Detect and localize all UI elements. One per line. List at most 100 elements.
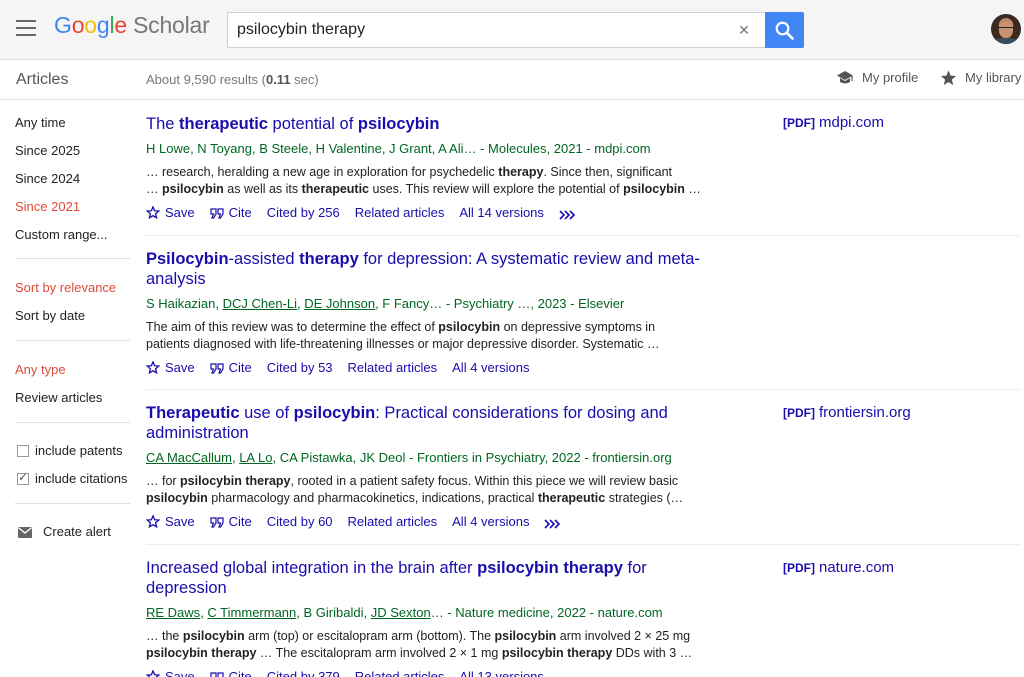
logo-letter: o xyxy=(71,12,85,38)
result-title-link[interactable]: The therapeutic potential of psilocybin xyxy=(146,114,706,134)
pdf-tag: [PDF] xyxy=(783,406,815,420)
result-snippet: … for psilocybin therapy, rooted in a pa… xyxy=(146,474,684,505)
create-alert-link[interactable]: Create alert xyxy=(18,524,111,539)
versions-link[interactable]: All 13 versions xyxy=(459,668,544,677)
more-icon xyxy=(559,210,576,220)
save-button[interactable]: Save xyxy=(145,359,195,376)
more-icon xyxy=(544,519,561,529)
save-button[interactable]: Save xyxy=(145,668,195,677)
search-result: Increased global integration in the brai… xyxy=(145,558,706,677)
include-patents-label[interactable]: include patents xyxy=(35,443,122,458)
avatar-shirt xyxy=(994,38,1018,44)
pdf-tag: [PDF] xyxy=(783,116,815,130)
filter-since-2025[interactable]: Since 2025 xyxy=(15,143,80,158)
google-scholar-logo[interactable]: Google Scholar xyxy=(54,12,210,39)
cited-by-link[interactable]: Cited by 53 xyxy=(267,359,333,376)
filter-custom-range[interactable]: Custom range... xyxy=(15,227,108,242)
result-divider xyxy=(146,544,1021,545)
cite-button[interactable]: Cite xyxy=(210,204,252,221)
cite-button[interactable]: Cite xyxy=(210,668,252,677)
pdf-source: mdpi.com xyxy=(819,114,885,131)
create-alert-label: Create alert xyxy=(43,524,111,539)
search-result: Psilocybin-assisted therapy for depressi… xyxy=(145,249,706,376)
results-count: About 9,590 results (0.11 sec) xyxy=(146,72,319,87)
versions-link[interactable]: All 14 versions xyxy=(459,204,544,221)
filter-since-2024[interactable]: Since 2024 xyxy=(15,171,80,186)
results-time: 0.11 xyxy=(265,72,291,87)
cited-by-link[interactable]: Cited by 256 xyxy=(267,204,340,221)
save-button[interactable]: Save xyxy=(145,204,195,221)
cited-by-link[interactable]: Cited by 379 xyxy=(267,668,340,677)
search-result: Therapeutic use of psilocybin: Practical… xyxy=(145,403,706,531)
result-actions: Save Cite Cited by 53 Related articles All 4… xyxy=(145,359,706,376)
results-suffix: sec) xyxy=(290,72,319,87)
search-icon xyxy=(775,21,794,40)
search-button[interactable] xyxy=(765,12,804,48)
pdf-source: nature.com xyxy=(819,559,895,576)
logo-letter: g xyxy=(96,12,110,38)
my-profile-link[interactable]: My profile xyxy=(836,70,918,86)
save-button[interactable]: Save xyxy=(145,513,195,530)
section-label: Articles xyxy=(16,71,69,88)
graduation-cap-icon xyxy=(837,71,853,84)
logo-scholar-text: Scholar xyxy=(133,12,210,38)
more-options-button[interactable] xyxy=(544,514,565,531)
top-header: GoogleScholar × xyxy=(0,0,1024,60)
my-library-label: My library xyxy=(965,70,1022,85)
search-input[interactable] xyxy=(228,13,728,47)
cite-button[interactable]: Cite xyxy=(210,359,252,376)
sort-by-date[interactable]: Sort by date xyxy=(15,308,85,323)
type-review-articles[interactable]: Review articles xyxy=(15,390,102,405)
type-any-type[interactable]: Any type xyxy=(15,362,66,377)
search-result: The therapeutic potential of psilocybin H… xyxy=(145,114,706,222)
sidebar-divider xyxy=(15,503,130,504)
result-title-link[interactable]: Therapeutic use of psilocybin: Practical… xyxy=(146,403,706,443)
result-title-link[interactable]: Psilocybin-assisted therapy for depressi… xyxy=(146,249,706,289)
my-profile-label: My profile xyxy=(862,70,919,85)
result-authors: CA MacCallum, LA Lo, CA Pistawka, JK Deo… xyxy=(146,450,672,465)
clear-icon[interactable]: × xyxy=(734,19,754,41)
result-snippet: The aim of this review was to determine … xyxy=(146,320,660,351)
results-prefix: About 9,590 results ( xyxy=(146,72,266,87)
include-citations-checkbox[interactable] xyxy=(17,470,29,485)
avatar-glasses xyxy=(999,27,1013,30)
cite-button[interactable]: Cite xyxy=(210,513,252,530)
related-articles-link[interactable]: Related articles xyxy=(348,359,438,376)
related-articles-link[interactable]: Related articles xyxy=(355,204,445,221)
pdf-link[interactable]: [PDF] frontiersin.org xyxy=(783,404,911,421)
sidebar-divider xyxy=(15,258,130,259)
versions-link[interactable]: All 4 versions xyxy=(452,513,529,530)
filter-any-time[interactable]: Any time xyxy=(15,115,66,130)
star-outline-icon xyxy=(145,669,161,677)
result-actions: Save Cite Cited by 379 Related articles All … xyxy=(145,668,706,677)
include-patents-checkbox[interactable] xyxy=(17,445,29,457)
envelope-icon xyxy=(18,527,32,538)
include-citations-label[interactable]: include citations xyxy=(35,471,128,486)
related-articles-link[interactable]: Related articles xyxy=(348,513,438,530)
quote-icon xyxy=(210,517,224,528)
quote-icon xyxy=(210,672,224,677)
my-library-link[interactable]: My library xyxy=(940,70,1021,86)
menu-icon[interactable] xyxy=(16,20,36,36)
user-avatar[interactable] xyxy=(991,14,1021,44)
related-articles-link[interactable]: Related articles xyxy=(355,668,445,677)
result-snippet: … the psilocybin arm (top) or escitalopr… xyxy=(146,629,693,660)
result-snippet: … research, heralding a new age in explo… xyxy=(146,165,701,196)
result-title-link[interactable]: Increased global integration in the brai… xyxy=(146,558,706,598)
logo-letter: G xyxy=(54,12,72,38)
star-icon xyxy=(941,70,956,85)
sort-by-relevance[interactable]: Sort by relevance xyxy=(15,280,116,295)
filter-since-2021[interactable]: Since 2021 xyxy=(15,199,80,214)
pdf-link[interactable]: [PDF] mdpi.com xyxy=(783,114,884,131)
pdf-link[interactable]: [PDF] nature.com xyxy=(783,559,894,576)
quote-icon xyxy=(210,208,224,219)
more-options-button[interactable] xyxy=(559,205,580,222)
result-actions: Save Cite Cited by 256 Related articles All … xyxy=(145,204,706,222)
star-outline-icon xyxy=(145,360,161,375)
result-divider xyxy=(146,389,1021,390)
cited-by-link[interactable]: Cited by 60 xyxy=(267,513,333,530)
result-divider xyxy=(146,235,1021,236)
versions-link[interactable]: All 4 versions xyxy=(452,359,529,376)
star-outline-icon xyxy=(145,205,161,220)
pdf-tag: [PDF] xyxy=(783,561,815,575)
